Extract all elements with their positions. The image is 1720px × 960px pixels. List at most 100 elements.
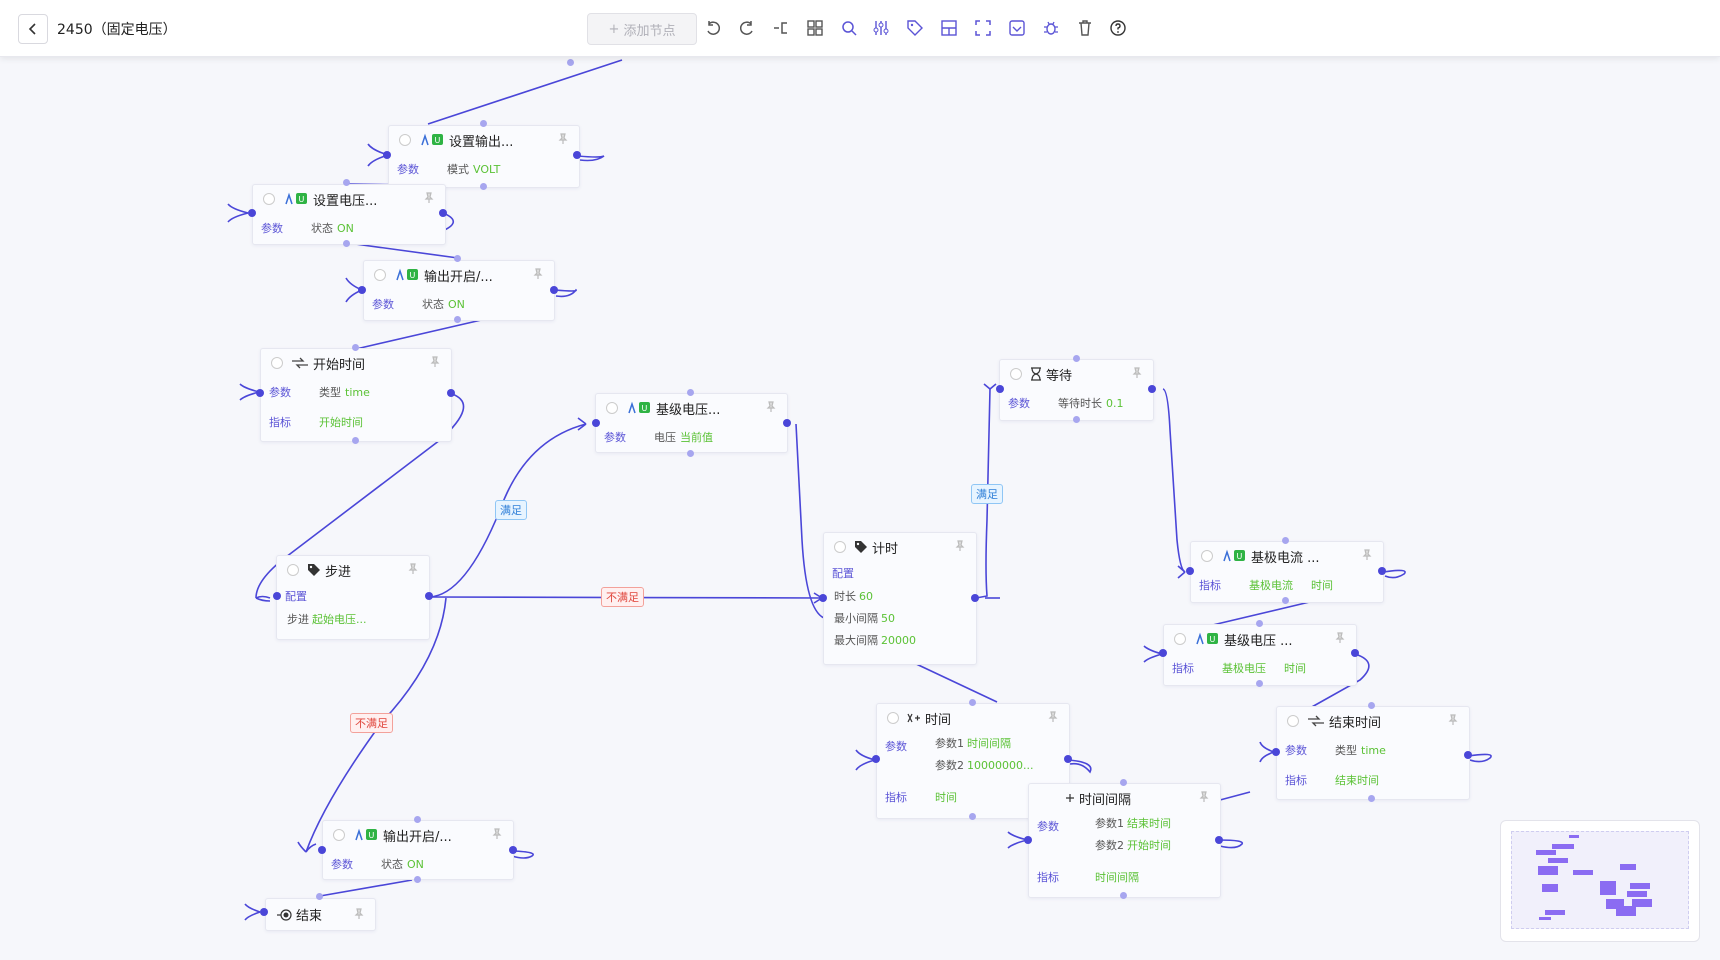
port[interactable]: [383, 151, 391, 159]
port[interactable]: [687, 389, 694, 396]
panel-icon[interactable]: [939, 18, 959, 38]
port[interactable]: [1159, 649, 1167, 657]
port[interactable]: [1120, 892, 1127, 899]
node-select-radio[interactable]: [834, 541, 846, 553]
port[interactable]: [1272, 748, 1280, 756]
port[interactable]: [352, 437, 359, 444]
pin-icon[interactable]: [353, 908, 365, 920]
port[interactable]: [1256, 620, 1263, 627]
pin-icon[interactable]: [765, 401, 777, 413]
port[interactable]: [316, 893, 323, 900]
node-wait[interactable]: 等待 参数 等待时长 0.1: [999, 359, 1154, 421]
node-output-on[interactable]: U 输出开启/... 参数 状态 ON: [363, 260, 555, 321]
node-select-radio[interactable]: [887, 712, 899, 724]
node-set-voltage[interactable]: U 设置电压... 参数 状态 ON: [252, 184, 446, 245]
node-start-time[interactable]: 开始时间 参数 类型 time 指标 开始时间: [260, 348, 452, 442]
port[interactable]: [1215, 836, 1223, 844]
tag-icon[interactable]: [905, 18, 925, 38]
port[interactable]: [573, 151, 581, 159]
add-node-button[interactable]: + 添加节点: [587, 13, 697, 45]
port[interactable]: [1064, 755, 1072, 763]
node-select-radio[interactable]: [606, 402, 618, 414]
minimap[interactable]: [1500, 820, 1700, 942]
port[interactable]: [1464, 751, 1472, 759]
port[interactable]: [248, 209, 256, 217]
port[interactable]: [996, 385, 1004, 393]
node-end-time[interactable]: 结束时间 参数 类型 time 指标 结束时间: [1276, 706, 1470, 800]
port[interactable]: [454, 316, 461, 323]
node-end[interactable]: 结束: [265, 898, 376, 931]
port[interactable]: [1368, 795, 1375, 802]
minimap-viewport[interactable]: [1511, 831, 1689, 929]
port[interactable]: [509, 846, 517, 854]
pin-icon[interactable]: [407, 563, 419, 575]
port[interactable]: [1368, 702, 1375, 709]
node-step[interactable]: 步进 配置 步进 起始电压...: [276, 555, 430, 640]
port[interactable]: [352, 344, 359, 351]
port[interactable]: [1282, 537, 1289, 544]
delete-icon[interactable]: [1075, 18, 1095, 38]
port[interactable]: [343, 240, 350, 247]
node-select-radio[interactable]: [399, 134, 411, 146]
port[interactable]: [1148, 385, 1156, 393]
back-button[interactable]: [18, 14, 48, 44]
pin-icon[interactable]: [1334, 632, 1346, 644]
port[interactable]: [1282, 597, 1289, 604]
port[interactable]: [425, 592, 433, 600]
port[interactable]: [969, 813, 976, 820]
pin-icon[interactable]: [1361, 549, 1373, 561]
node-select-radio[interactable]: [263, 193, 275, 205]
pin-icon[interactable]: [423, 192, 435, 204]
port[interactable]: [1073, 416, 1080, 423]
node-timer[interactable]: 计时 配置 时长 60 最小间隔 50 最大间隔 20000: [823, 532, 977, 665]
save-icon[interactable]: [1007, 18, 1027, 38]
pin-icon[interactable]: [1447, 714, 1459, 726]
port[interactable]: [414, 816, 421, 823]
port[interactable]: [592, 419, 600, 427]
port[interactable]: [343, 179, 350, 186]
node-select-radio[interactable]: [333, 829, 345, 841]
undo-icon[interactable]: [703, 18, 723, 38]
port[interactable]: [819, 594, 827, 602]
port[interactable]: [256, 389, 264, 397]
port[interactable]: [969, 699, 976, 706]
port[interactable]: [567, 59, 574, 66]
node-output-on-2[interactable]: U 输出开启/... 参数 状态 ON: [322, 820, 514, 880]
help-icon[interactable]: [1108, 18, 1128, 38]
port[interactable]: [480, 183, 487, 190]
edge-label-unsatisfied[interactable]: 不满足: [601, 587, 644, 607]
port[interactable]: [260, 908, 268, 916]
edge-label-unsatisfied[interactable]: 不满足: [350, 713, 393, 733]
layout-icon[interactable]: [805, 18, 825, 38]
pin-icon[interactable]: [491, 828, 503, 840]
edge-label-satisfied[interactable]: 满足: [495, 500, 527, 520]
port[interactable]: [1186, 567, 1194, 575]
debug-icon[interactable]: [1041, 18, 1061, 38]
port[interactable]: [439, 209, 447, 217]
port[interactable]: [273, 592, 281, 600]
edge-label-satisfied[interactable]: 满足: [971, 484, 1003, 504]
port[interactable]: [1351, 649, 1359, 657]
fullscreen-icon[interactable]: [973, 18, 993, 38]
port[interactable]: [1073, 355, 1080, 362]
port[interactable]: [1024, 836, 1032, 844]
pin-icon[interactable]: [429, 356, 441, 368]
pin-icon[interactable]: [1047, 711, 1059, 723]
pin-icon[interactable]: [1131, 367, 1143, 379]
node-select-radio[interactable]: [1287, 715, 1299, 727]
pin-icon[interactable]: [557, 133, 569, 145]
pin-icon[interactable]: [532, 268, 544, 280]
port[interactable]: [1378, 567, 1386, 575]
node-base-voltage-2[interactable]: U 基级电压 ... 指标 基极电压 时间: [1163, 624, 1357, 686]
port[interactable]: [358, 286, 366, 294]
node-select-radio[interactable]: [1010, 368, 1022, 380]
port[interactable]: [318, 846, 326, 854]
node-select-radio[interactable]: [1174, 633, 1186, 645]
node-select-radio[interactable]: [287, 564, 299, 576]
port[interactable]: [783, 419, 791, 427]
port[interactable]: [447, 389, 455, 397]
port[interactable]: [1256, 680, 1263, 687]
node-select-radio[interactable]: [271, 357, 283, 369]
port[interactable]: [480, 120, 487, 127]
pin-icon[interactable]: [954, 540, 966, 552]
